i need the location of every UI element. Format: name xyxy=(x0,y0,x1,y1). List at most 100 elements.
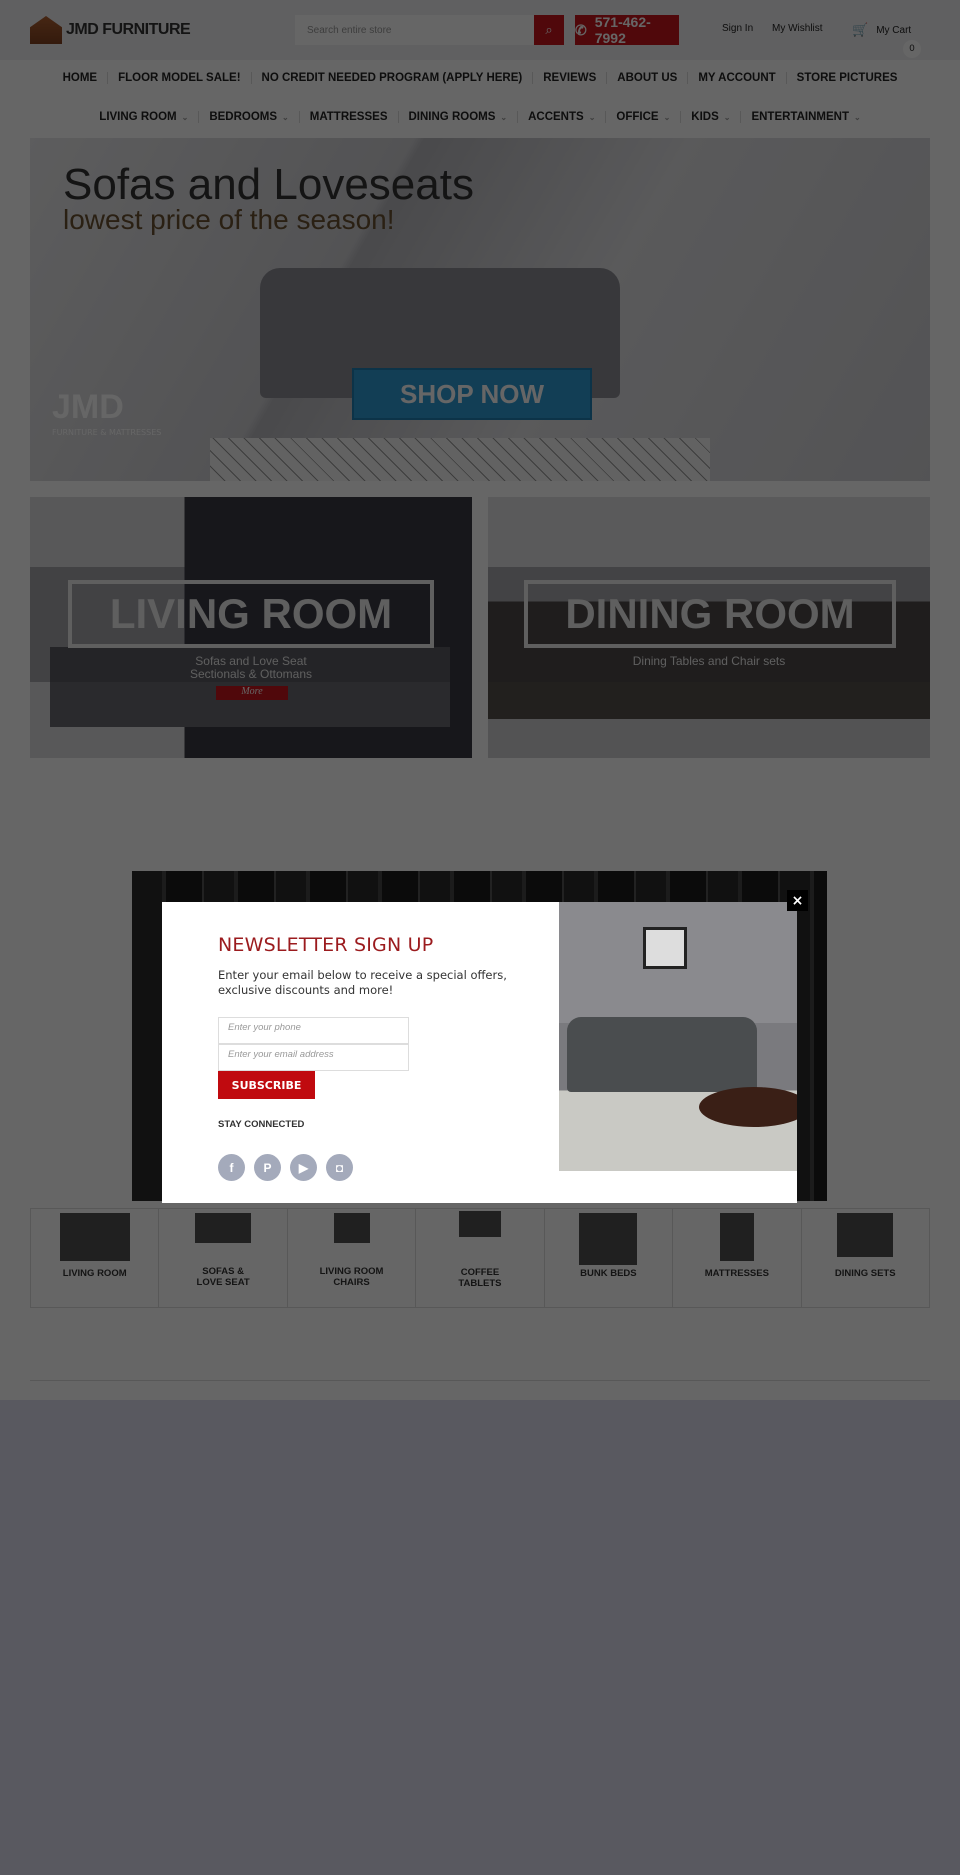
nav-label: MATTRESSES xyxy=(309,111,388,123)
category-nav-item[interactable]: ENTERTAINMENT ⌄ xyxy=(741,111,870,123)
banner-subtitle: Sofas and Love Seat xyxy=(195,654,307,668)
more-button[interactable]: More xyxy=(216,686,288,700)
site-header: JMD FURNITURE Search entire store ⌕ ✆ 571… xyxy=(0,0,960,60)
category-label: BUNK BEDS xyxy=(580,1267,637,1279)
phone-button[interactable]: ✆ 571-462-7992 xyxy=(575,14,679,46)
close-button[interactable]: × xyxy=(787,890,808,911)
stay-connected-label: STAY CONNECTED xyxy=(218,1119,305,1130)
search-icon: ⌕ xyxy=(545,22,553,38)
category-tile[interactable]: SOFAS & LOVE SEAT xyxy=(159,1209,288,1307)
primary-nav: HOME FLOOR MODEL SALE! NO CREDIT NEEDED PR… xyxy=(0,72,960,84)
logo[interactable]: JMD FURNITURE xyxy=(30,16,191,44)
search-button[interactable]: ⌕ xyxy=(534,15,564,45)
category-tile[interactable]: BUNK BEDS xyxy=(545,1209,674,1307)
chevron-down-icon: ⌄ xyxy=(500,113,508,122)
nav-item[interactable]: FLOOR MODEL SALE! xyxy=(108,72,252,84)
category-nav-item[interactable]: BEDROOMS ⌄ xyxy=(199,111,300,123)
hero-title: Sofas and Loveseats xyxy=(63,160,474,209)
category-tile[interactable]: MATTRESSES xyxy=(673,1209,802,1307)
nav-label: ACCENTS xyxy=(528,111,584,123)
wishlist-link[interactable]: My Wishlist xyxy=(772,23,823,34)
chevron-down-icon: ⌄ xyxy=(282,113,289,122)
dining-set-icon xyxy=(837,1213,894,1257)
sofa-graphic xyxy=(567,1017,757,1092)
nav-label: ENTERTAINMENT xyxy=(751,111,849,123)
category-tile[interactable]: LIVING ROOM xyxy=(31,1209,160,1307)
category-nav-item[interactable]: ACCENTS ⌄ xyxy=(518,111,607,123)
pinterest-icon: P xyxy=(263,1160,272,1175)
newsletter-modal: NEWSLETTER SIGN UP Enter your email belo… xyxy=(132,871,827,1203)
nav-item[interactable]: REVIEWS xyxy=(533,72,608,84)
category-label: LIVING ROOM CHAIRS xyxy=(319,1265,384,1288)
hero-subtitle: lowest price of the season! xyxy=(63,204,395,235)
armchair-icon xyxy=(333,1213,370,1243)
category-strip: LIVING ROOM SOFAS & LOVE SEAT LIVING ROOM … xyxy=(30,1208,930,1308)
phone-field[interactable]: Enter your phone xyxy=(218,1017,409,1044)
category-nav: LIVING ROOM ⌄ BEDROOMS ⌄ MATTRESSES DINING RO… xyxy=(0,111,960,123)
cart-count-badge: 0 xyxy=(903,40,921,58)
divider xyxy=(30,1380,930,1381)
chevron-down-icon: ⌄ xyxy=(723,113,731,122)
instagram-icon: ◘ xyxy=(335,1160,344,1175)
category-tile[interactable]: COFFEE TABLETS xyxy=(416,1209,545,1307)
house-logo-icon xyxy=(30,16,62,44)
category-nav-item[interactable]: DINING ROOMS ⌄ xyxy=(399,111,519,123)
subscribe-button[interactable]: SUBSCRIBE xyxy=(218,1071,315,1099)
chevron-down-icon: ⌄ xyxy=(181,113,189,122)
youtube-icon: ▶ xyxy=(298,1160,309,1175)
category-label: DINING SETS xyxy=(834,1268,896,1279)
brand-watermark-sub: FURNITURE & MATTRESSES xyxy=(52,428,162,437)
pinterest-button[interactable]: P xyxy=(254,1154,281,1181)
cart-icon: 🛒 xyxy=(852,22,869,37)
search-input[interactable]: Search entire store xyxy=(295,15,535,45)
nav-item[interactable]: MY ACCOUNT xyxy=(688,72,787,84)
mattress-icon xyxy=(719,1213,754,1261)
living-room-banner[interactable]: LIVING ROOM Sofas and Love Seat Sectiona… xyxy=(30,497,472,758)
sofa-photo xyxy=(559,902,797,1171)
nav-label: OFFICE xyxy=(616,111,659,123)
facebook-icon: f xyxy=(229,1160,234,1175)
sign-in-link[interactable]: Sign In xyxy=(722,23,753,34)
chevron-down-icon: ⌄ xyxy=(663,113,671,122)
nav-label: DINING ROOMS xyxy=(408,111,496,123)
phone-icon: ✆ xyxy=(575,21,587,38)
wall-art xyxy=(643,927,687,969)
category-tile[interactable]: DINING SETS xyxy=(802,1209,929,1307)
nav-label: KIDS xyxy=(691,111,719,123)
chevron-down-icon: ⌄ xyxy=(588,113,596,122)
category-label: MATTRESSES xyxy=(704,1267,769,1279)
nav-label: BEDROOMS xyxy=(209,111,278,123)
nav-item[interactable]: ABOUT US xyxy=(607,72,689,84)
category-tile[interactable]: LIVING ROOM CHAIRS xyxy=(288,1209,417,1307)
category-nav-item[interactable]: LIVING ROOM ⌄ xyxy=(89,111,200,123)
category-nav-item[interactable]: OFFICE ⌄ xyxy=(606,111,682,123)
nav-item[interactable]: STORE PICTURES xyxy=(787,72,908,84)
email-field[interactable]: Enter your email address xyxy=(218,1044,409,1071)
dining-room-banner[interactable]: DINING ROOM Dining Tables and Chair sets xyxy=(488,497,930,758)
banner-subtitle: Sectionals & Ottomans xyxy=(189,667,313,681)
banner-subtitle: Dining Tables and Chair sets xyxy=(632,654,786,668)
shop-now-button[interactable]: SHOP NOW xyxy=(352,368,592,420)
instagram-button[interactable]: ◘ xyxy=(326,1154,353,1181)
category-label: SOFAS & LOVE SEAT xyxy=(196,1266,250,1288)
bunk-bed-icon xyxy=(579,1213,638,1265)
coffee-table-graphic xyxy=(699,1087,797,1127)
sofa-icon xyxy=(195,1213,252,1243)
hero-banner[interactable]: Sofas and Loveseats lowest price of the … xyxy=(30,138,930,481)
newsletter-description: Enter your email below to receive a spec… xyxy=(218,968,507,997)
youtube-button[interactable]: ▶ xyxy=(290,1154,317,1181)
newsletter-title: NEWSLETTER SIGN UP xyxy=(218,934,434,956)
nav-item[interactable]: NO CREDIT NEEDED PROGRAM (APPLY HERE) xyxy=(252,72,534,84)
category-label: LIVING ROOM xyxy=(62,1268,127,1279)
brand-watermark: JMD xyxy=(52,388,124,426)
cart-link[interactable]: 🛒 My Cart xyxy=(852,22,911,38)
category-label: COFFEE TABLETS xyxy=(458,1267,502,1289)
category-nav-item[interactable]: KIDS ⌄ xyxy=(681,111,742,123)
facebook-button[interactable]: f xyxy=(218,1154,245,1181)
modal-content: NEWSLETTER SIGN UP Enter your email belo… xyxy=(162,902,797,1203)
category-nav-item[interactable]: MATTRESSES xyxy=(300,111,399,123)
coffee-table-icon xyxy=(458,1211,501,1237)
nav-item[interactable]: HOME xyxy=(53,72,109,84)
rug-graphic xyxy=(210,438,710,481)
nav-label: LIVING ROOM xyxy=(99,111,177,123)
